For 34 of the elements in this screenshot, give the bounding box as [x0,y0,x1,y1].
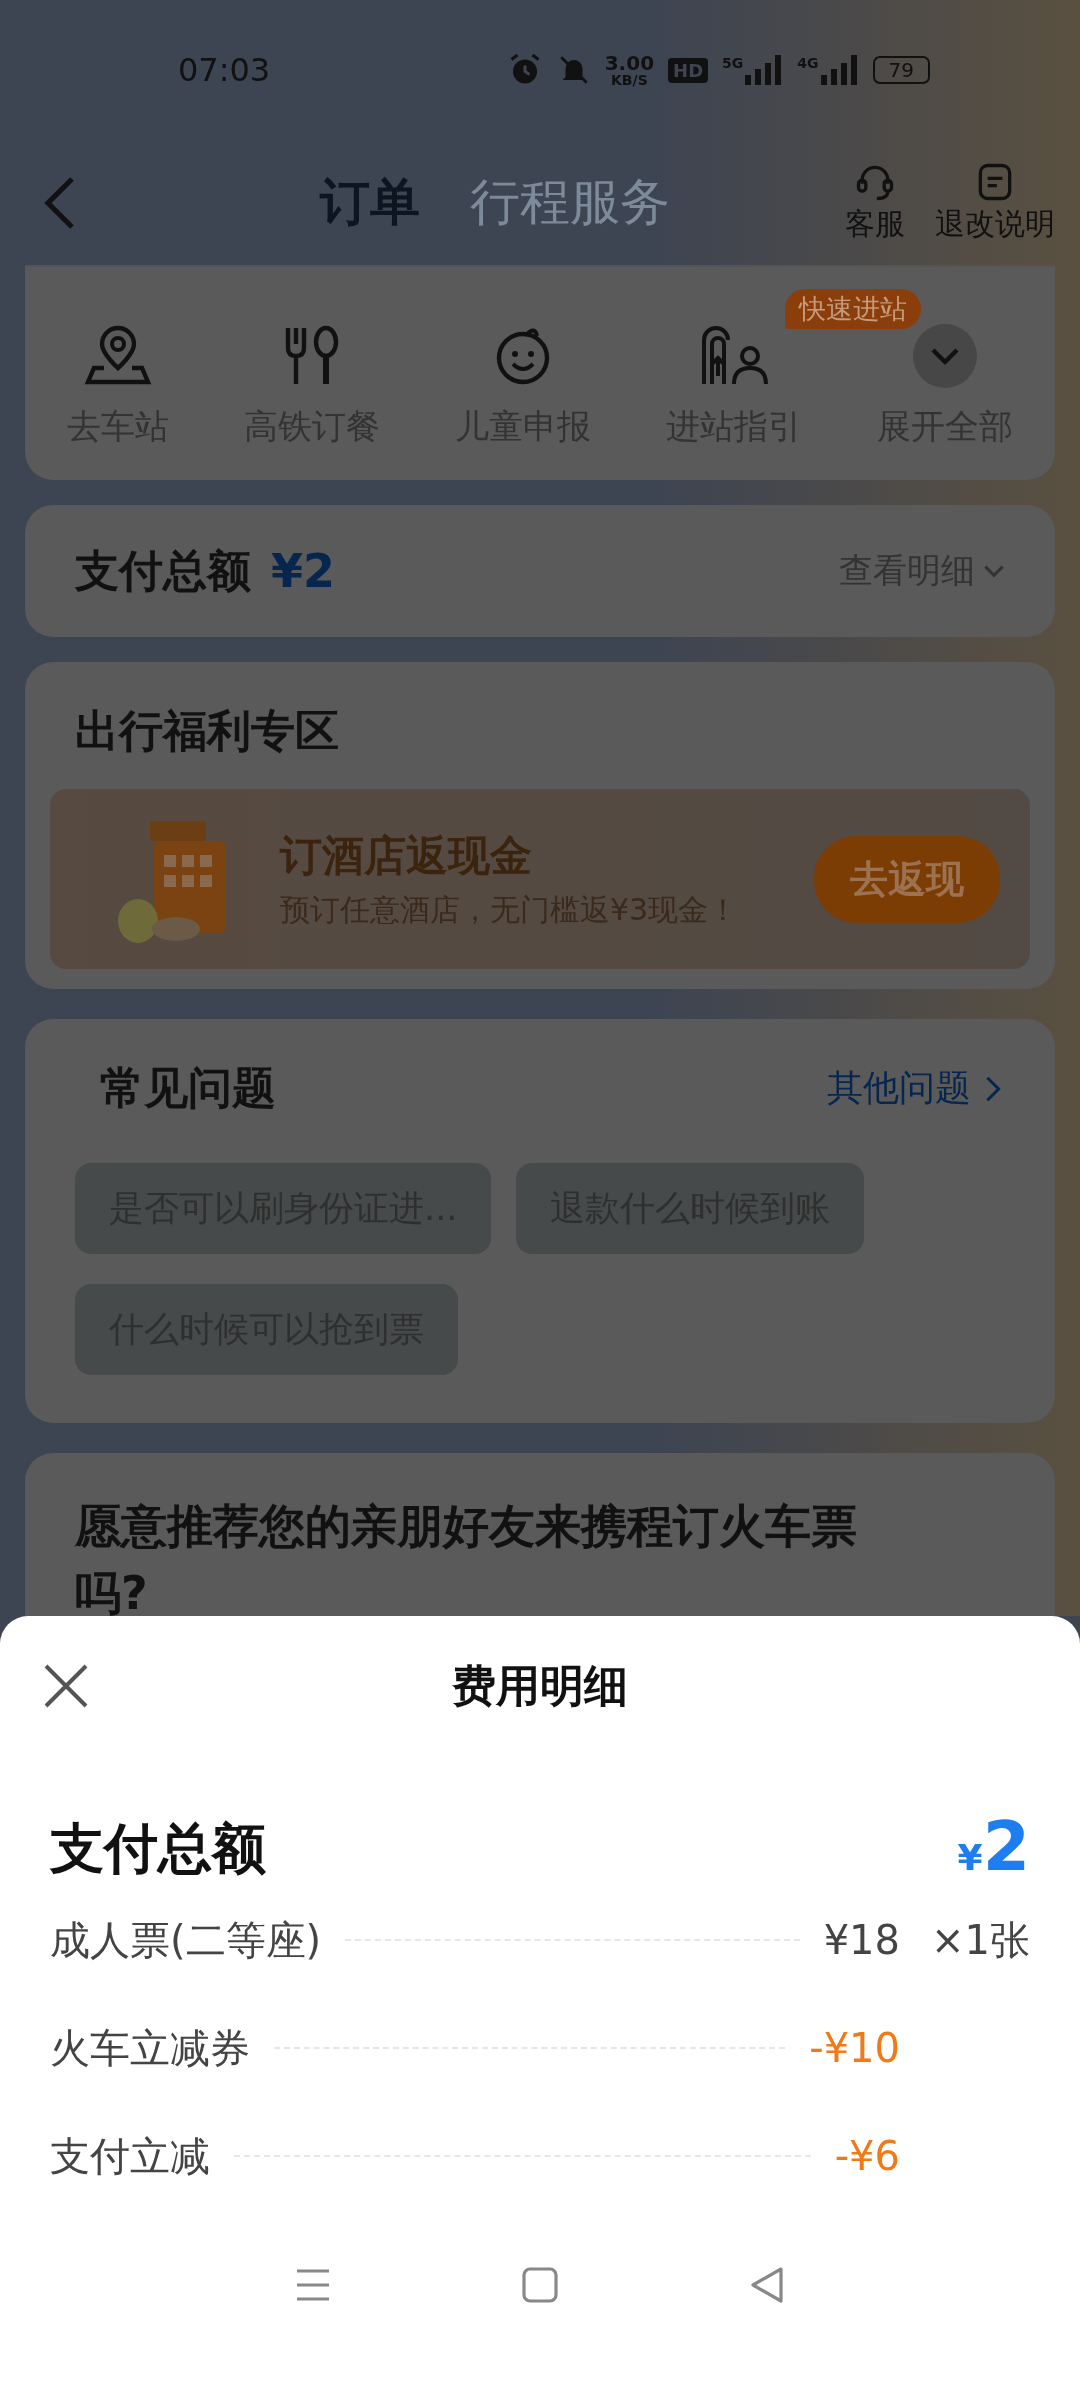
signal-icon [818,55,859,85]
refund-rules-button[interactable]: 退改说明 [935,160,1055,245]
section-title: 出行福利专区 [74,704,340,758]
survey-question: 愿意推荐您的亲朋好友来携程订火车票吗? [75,1498,858,1616]
discount-amount: -¥6 [834,2133,900,2179]
ticket-quantity: ×1张 [931,1916,1030,1963]
chevron-down-icon [912,324,977,388]
more-questions-link[interactable]: 其他问题 [827,1064,1005,1113]
network-type: 4G [797,55,819,71]
total-label: 支付总额 [75,543,251,598]
hd-badge: HD [668,57,709,83]
currency-symbol: ¥ [957,1837,983,1878]
customer-service-button[interactable]: 客服 [845,160,905,245]
total-amount: ¥2 [271,544,336,598]
signal-icon [743,55,784,85]
network-type: 5G [722,55,744,71]
cashback-button[interactable]: 去返现 [814,835,1000,923]
fee-label: 火车立减券 [50,2023,250,2073]
status-time: 07:03 [178,51,271,89]
section-title: 常见问题 [99,1061,276,1115]
service-badge: 快速进站 [785,289,921,329]
home-icon[interactable] [520,2265,560,2305]
total-label: 支付总额 [50,1816,266,1882]
sheet-title: 费用明细 [452,1658,628,1713]
fee-amount: ¥18 [823,1917,900,1963]
network-speed: 3.00 [604,53,655,73]
header-tab[interactable]: 行程服务 [470,169,670,236]
total-amount: 2 [982,1807,1030,1886]
fee-label: 支付立减 [50,2131,210,2181]
battery-indicator: 79 [872,56,930,84]
discount-amount: -¥10 [809,2025,900,2071]
speed-unit: KB/S [611,73,648,87]
close-icon[interactable] [44,1664,88,1708]
fee-label: 成人票(二等座) [50,1915,322,1965]
